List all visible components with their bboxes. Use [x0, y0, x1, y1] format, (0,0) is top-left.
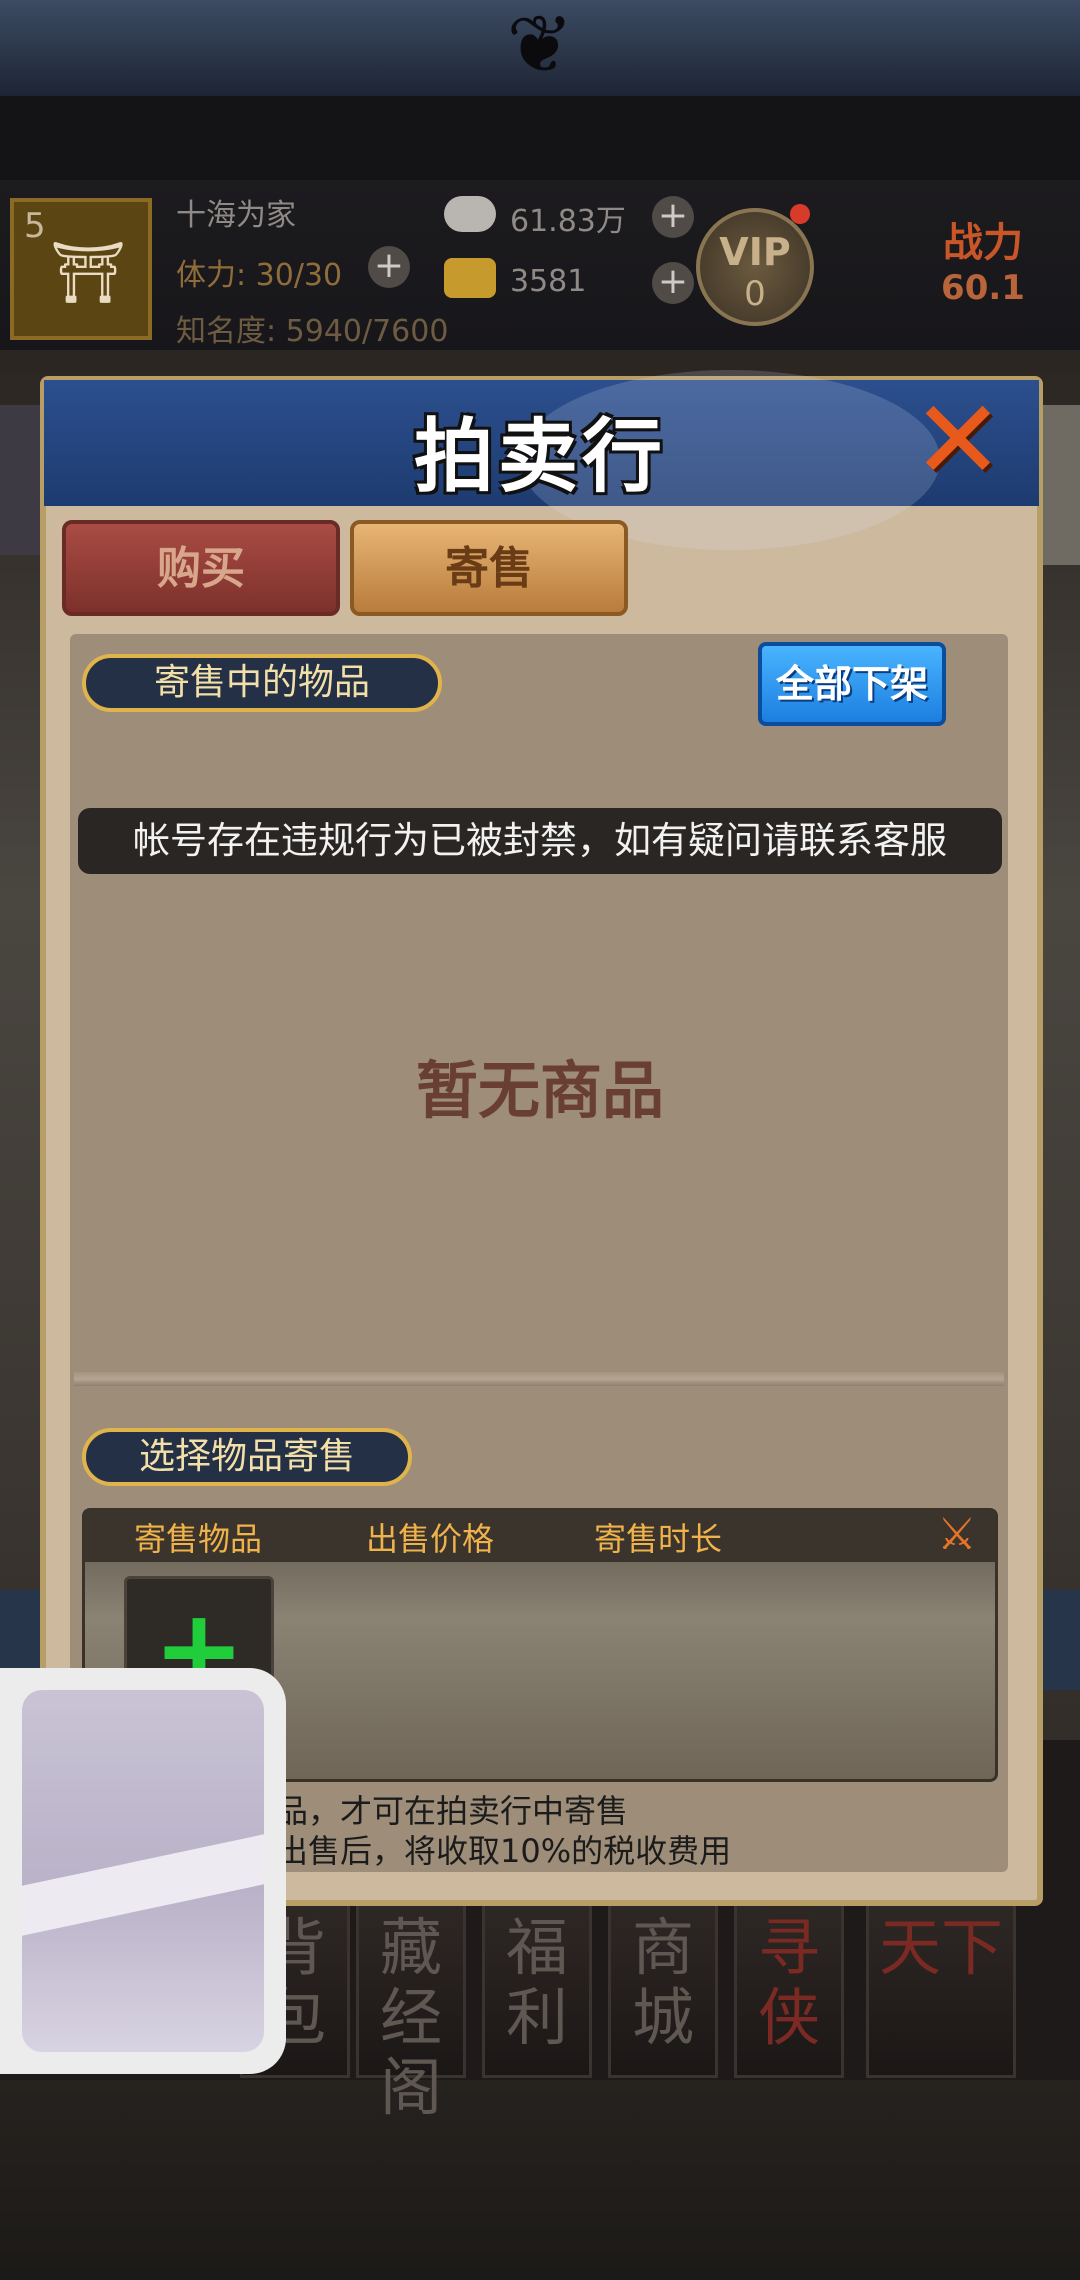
nav-label: 天下	[878, 1911, 1003, 1984]
nav-shop[interactable]: 商城	[608, 1900, 718, 2078]
unlist-all-button[interactable]: 全部下架	[758, 642, 946, 726]
notification-dot	[790, 204, 810, 224]
combat-power: 战力 60.1	[888, 210, 1078, 320]
pagoda-icon: ⛩	[50, 238, 127, 308]
power-label: 战力	[943, 220, 1023, 266]
column-duration: 寄售时长	[594, 1520, 723, 1558]
stamina-text: 体力: 30/30	[176, 258, 343, 293]
nav-library[interactable]: 藏经阁	[356, 1900, 466, 2123]
tools-icon: ⚔	[937, 1509, 977, 1560]
vip-level: 0	[744, 274, 766, 314]
nav-recruit[interactable]: 寻侠	[734, 1900, 844, 2078]
silver-ingot-icon	[444, 196, 496, 232]
column-item: 寄售物品	[134, 1520, 263, 1558]
empty-state-text: 暂无商品	[415, 1054, 664, 1127]
nav-welfare[interactable]: 福利	[482, 1900, 592, 2078]
tab-buy[interactable]: 购买	[62, 520, 340, 616]
add-silver-button[interactable]: +	[652, 196, 694, 238]
nav-label: 寻侠	[757, 1911, 820, 2054]
roof-ornament-icon: ❦	[506, 0, 574, 91]
select-section-title: 选择物品寄售	[82, 1428, 412, 1486]
side-panel-left	[0, 405, 40, 555]
nav-label: 藏经阁	[379, 1911, 442, 2124]
silver-amount: 61.83万	[510, 204, 626, 239]
listing-section-title: 寄售中的物品	[82, 654, 442, 712]
nav-label: 商城	[631, 1911, 694, 2054]
divider	[74, 1372, 1004, 1386]
tab-consign[interactable]: 寄售	[350, 520, 628, 616]
modal-title: 拍卖行	[414, 410, 666, 503]
ban-notice-toast: 帐号存在违规行为已被封禁，如有疑问请联系客服	[78, 808, 1002, 874]
vip-label: VIP	[719, 230, 791, 274]
column-price: 出售价格	[366, 1520, 495, 1558]
gold-ingot-icon	[444, 258, 496, 298]
add-stamina-button[interactable]: +	[368, 246, 410, 288]
rule-line: 出售后，将收取10%的税收费用	[276, 1832, 732, 1870]
close-icon[interactable]: ✕	[900, 385, 1016, 495]
gold-amount: 3581	[510, 264, 587, 299]
vip-badge[interactable]: VIP 0	[696, 208, 814, 326]
player-level: 5	[24, 206, 46, 246]
side-panel-right	[1040, 405, 1080, 565]
nav-label: 福利	[505, 1911, 568, 2054]
power-value: 60.1	[941, 268, 1025, 308]
fame-text: 知名度: 5940/7600	[176, 314, 449, 349]
top-band	[0, 96, 1080, 180]
add-gold-button[interactable]: +	[652, 262, 694, 304]
nav-world[interactable]: 天下	[866, 1900, 1016, 2078]
player-name: 十海为家	[176, 198, 296, 233]
